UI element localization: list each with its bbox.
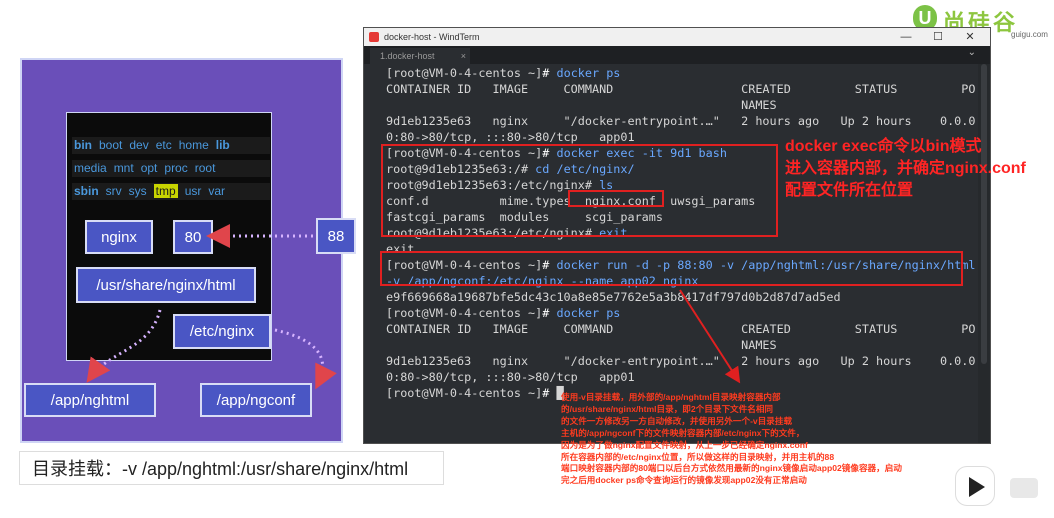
container-html-path: /usr/share/nginx/html	[76, 267, 256, 303]
play-button[interactable]	[955, 466, 995, 506]
container-box: bin boot dev etc home lib media mnt opt proc root…	[66, 112, 272, 361]
terminal-line: [root@VM-0-4-centos ~]# █	[386, 386, 564, 400]
dir-lib: lib	[215, 138, 230, 152]
dir-mnt: mnt	[113, 161, 134, 175]
host-conf-path: /app/ngconf	[200, 383, 312, 417]
dir-media: media	[74, 161, 107, 175]
dir-home: home	[178, 138, 209, 152]
run-output: e9f669668a19687bfe5dc43c10a8e85e7762e5a3…	[386, 290, 841, 304]
dir-bin: bin	[74, 138, 92, 152]
ps-header: CONTAINER ID IMAGE COMMAND CREATED STATU…	[386, 322, 976, 336]
dir-etc: etc	[155, 138, 172, 152]
ps-row: 9d1eb1235e63 nginx "/docker-entrypoint.……	[386, 114, 976, 128]
dir-proc: proc	[164, 161, 188, 175]
dir-row-2: media mnt opt proc root	[72, 160, 270, 177]
host-port-box-outer: 88	[316, 218, 356, 254]
dir-sbin: sbin	[74, 184, 99, 198]
close-button[interactable]: ✕	[956, 28, 984, 46]
dir-opt: opt	[140, 161, 158, 175]
logo-url: guigu.com	[1011, 30, 1048, 39]
ps-row-cont: 0:80->80/tcp, :::80->80/tcp app01	[386, 130, 635, 144]
dir-srv: srv	[105, 184, 122, 198]
dir-sys: sys	[128, 184, 147, 198]
ps-header: CONTAINER ID IMAGE COMMAND CREATED STATU…	[386, 82, 976, 96]
explanation-note: 使用-v目录挂载，用外部的/app/nghtml目录映射容器内部 的/usr/s…	[561, 392, 902, 486]
container-port-box: 80	[173, 220, 213, 254]
tab-label: 1.docker-host	[380, 51, 435, 61]
mount-caption: 目录挂载：-v /app/nghtml:/usr/share/nginx/htm…	[19, 451, 444, 485]
dir-row-3: sbin srv sys tmp usr var	[72, 183, 270, 200]
run-highlight-box	[380, 251, 963, 286]
play-icon	[969, 477, 985, 497]
nginx-box: nginx	[85, 220, 153, 254]
window-title: docker-host - WindTerm	[384, 32, 480, 42]
ps-row: 9d1eb1235e63 nginx "/docker-entrypoint.……	[386, 354, 976, 368]
scrollbar-thumb[interactable]	[981, 64, 987, 364]
dir-root: root	[194, 161, 216, 175]
exec-note: docker exec命令以bin模式 进入容器内部，并确定nginx.conf…	[785, 138, 1026, 199]
tab-bar: 1.docker-host × ⌄	[364, 46, 990, 64]
maximize-button[interactable]: ☐	[924, 28, 952, 46]
title-bar: docker-host - WindTerm — ☐ ✕	[364, 28, 990, 46]
nginx-conf-highlight-box	[568, 190, 664, 207]
terminal-line: [root@VM-0-4-centos ~]# docker ps	[386, 66, 621, 80]
container-etc-path: /etc/nginx	[173, 314, 271, 349]
tab-docker-host[interactable]: 1.docker-host ×	[370, 48, 470, 64]
tab-menu-chevron-icon[interactable]: ⌄	[968, 47, 976, 58]
dir-var: var	[208, 184, 226, 198]
dir-boot: boot	[99, 138, 123, 152]
windterm-app-icon	[369, 32, 379, 42]
dir-dev: dev	[129, 138, 149, 152]
host-html-path: /app/nghtml	[24, 383, 156, 417]
terminal-line: [root@VM-0-4-centos ~]# docker ps	[386, 306, 621, 320]
dir-row-1: bin boot dev etc home lib	[72, 137, 270, 154]
dir-usr: usr	[184, 184, 202, 198]
tab-close-icon[interactable]: ×	[461, 48, 466, 64]
ps-header-names: NAMES	[386, 98, 777, 112]
tv-icon[interactable]	[1007, 475, 1041, 501]
dir-tmp: tmp	[153, 184, 178, 198]
ps-header-names: NAMES	[386, 338, 777, 352]
ps-row-cont: 0:80->80/tcp, :::80->80/tcp app01	[386, 370, 635, 384]
minimize-button[interactable]: —	[892, 28, 920, 46]
terminal-scrollbar[interactable]	[978, 64, 990, 443]
